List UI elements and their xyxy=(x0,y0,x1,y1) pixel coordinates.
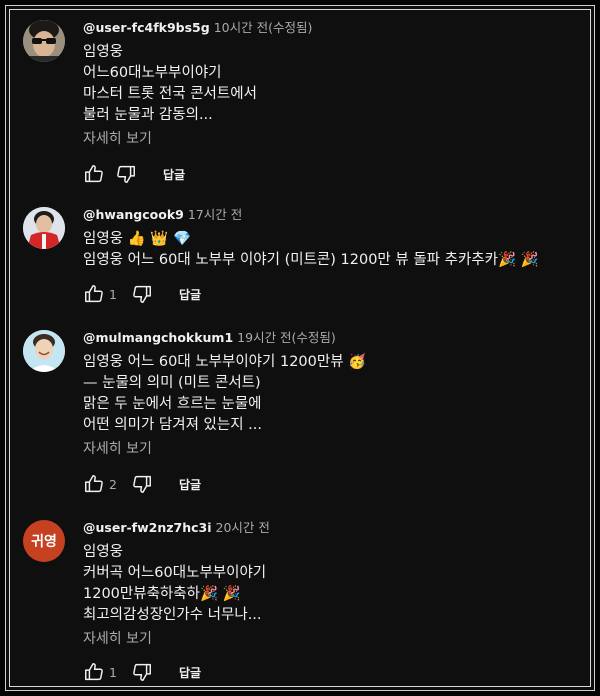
comment-text: 임영웅 어느60대노부부이야기 마스터 트롯 전국 콘서트에서 불러 눈물과 감… xyxy=(83,42,577,126)
avatar[interactable] xyxy=(23,207,65,249)
read-more-button[interactable]: 자세히 보기 xyxy=(83,129,577,149)
sunglasses-avatar-icon xyxy=(23,20,65,62)
comment-line: 임영웅 xyxy=(83,44,124,60)
comment-body: @user-fc4fk9bs5g 10시간 전(수정됨) 임영웅 어느60대노부부… xyxy=(83,20,577,187)
like-button[interactable] xyxy=(83,161,105,187)
author-handle[interactable]: @user-fw2nz7hc3i xyxy=(83,520,212,535)
comment-actions: 2 답글 xyxy=(83,471,577,497)
comment-text: 임영웅 👍 👑 💎 임영웅 어느 60대 노부부 이야기 (미트콘) 1200만… xyxy=(83,229,577,271)
timestamp[interactable]: 10시간 전(수정됨) xyxy=(214,20,313,35)
dislike-button[interactable] xyxy=(131,659,153,685)
thumbs-up-icon xyxy=(85,663,103,681)
read-more-button[interactable]: 자세히 보기 xyxy=(83,629,577,649)
comment-line: 어떤 의미가 담겨져 있는지 ... xyxy=(83,417,263,433)
comment-line: 커버곡 어느60대노부부이야기 xyxy=(83,565,267,581)
comment-text: 임영웅 커버곡 어느60대노부부이야기 1200만뷰축하축하🎉 🎉 최고의감성장… xyxy=(83,542,577,626)
author-handle[interactable]: @mulmangchokkum1 xyxy=(83,330,233,345)
comment-line: 임영웅 어느 60대 노부부이야기 1200만뷰 🥳 xyxy=(83,354,367,370)
comment-line: 임영웅 👍 👑 💎 xyxy=(83,231,192,247)
avatar-initials: 귀영 xyxy=(31,534,57,550)
comment-item: @mulmangchokkum1 19시간 전(수정됨) 임영웅 어느 60대 노… xyxy=(23,330,577,500)
comment-actions: 답글 xyxy=(83,161,577,187)
thumbs-down-icon xyxy=(117,165,135,183)
red-jacket-avatar-icon xyxy=(23,207,65,249)
author-handle[interactable]: @user-fc4fk9bs5g xyxy=(83,20,210,35)
comment-line: 마스터 트롯 전국 콘서트에서 xyxy=(83,86,257,102)
comment-line: 어느60대노부부이야기 xyxy=(83,65,222,81)
avatar[interactable]: 귀영 xyxy=(23,520,65,562)
comment-meta: @user-fw2nz7hc3i 20시간 전 xyxy=(83,520,577,536)
comment-item: @hwangcook9 17시간 전 임영웅 👍 👑 💎 임영웅 어느 60대 노… xyxy=(23,207,577,317)
comment-line: 맑은 두 눈에서 흐르는 눈물에 xyxy=(83,396,262,412)
comment-panel: @user-fc4fk9bs5g 10시간 전(수정됨) 임영웅 어느60대노부부… xyxy=(0,0,600,696)
comment-line: 최고의감성장인가수 너무나... xyxy=(83,607,262,623)
thumbs-up-icon xyxy=(85,285,103,303)
comment-meta: @mulmangchokkum1 19시간 전(수정됨) xyxy=(83,330,577,346)
timestamp[interactable]: 17시간 전 xyxy=(188,207,242,222)
like-count: 1 xyxy=(109,286,117,302)
avatar[interactable] xyxy=(23,20,65,62)
avatar[interactable] xyxy=(23,330,65,372)
comment-item: 귀영 @user-fw2nz7hc3i 20시간 전 임영웅 커버곡 어느60대노… xyxy=(23,520,577,690)
comment-text: 임영웅 어느 60대 노부부이야기 1200만뷰 🥳 — 눈물의 의미 (미트 … xyxy=(83,352,577,436)
thumbs-up-icon xyxy=(85,475,103,493)
comment-item: @user-fc4fk9bs5g 10시간 전(수정됨) 임영웅 어느60대노부부… xyxy=(23,20,577,190)
timestamp[interactable]: 20시간 전 xyxy=(216,520,270,535)
reply-button[interactable]: 답글 xyxy=(163,161,185,187)
smiling-face-avatar-icon xyxy=(23,330,65,372)
comment-meta: @user-fc4fk9bs5g 10시간 전(수정됨) xyxy=(83,20,577,36)
comment-body: @user-fw2nz7hc3i 20시간 전 임영웅 커버곡 어느60대노부부이… xyxy=(83,520,577,685)
thumbs-down-icon xyxy=(133,285,151,303)
thumbs-down-icon xyxy=(133,663,151,681)
like-button[interactable] xyxy=(83,659,105,685)
comment-line: 불러 눈물과 감동의... xyxy=(83,107,213,123)
comment-actions: 1 답글 xyxy=(83,281,577,307)
like-count: 1 xyxy=(109,664,117,680)
comment-actions: 1 답글 xyxy=(83,659,577,685)
comment-body: @hwangcook9 17시간 전 임영웅 👍 👑 💎 임영웅 어느 60대 노… xyxy=(83,207,577,307)
comment-line: 임영웅 어느 60대 노부부 이야기 (미트콘) 1200만 뷰 돌파 추카추카… xyxy=(83,252,539,268)
dislike-button[interactable] xyxy=(131,471,153,497)
comment-line: 1200만뷰축하축하🎉 🎉 xyxy=(83,586,241,602)
comment-body: @mulmangchokkum1 19시간 전(수정됨) 임영웅 어느 60대 노… xyxy=(83,330,577,497)
comment-line: 임영웅 xyxy=(83,544,124,560)
author-handle[interactable]: @hwangcook9 xyxy=(83,207,184,222)
dislike-button[interactable] xyxy=(115,161,137,187)
reply-button[interactable]: 답글 xyxy=(179,659,201,685)
comment-line: — 눈물의 의미 (미트 콘서트) xyxy=(83,375,261,391)
comment-meta: @hwangcook9 17시간 전 xyxy=(83,207,577,223)
dislike-button[interactable] xyxy=(131,281,153,307)
thumbs-down-icon xyxy=(133,475,151,493)
like-button[interactable] xyxy=(83,281,105,307)
read-more-button[interactable]: 자세히 보기 xyxy=(83,439,577,459)
timestamp[interactable]: 19시간 전(수정됨) xyxy=(237,330,336,345)
like-button[interactable] xyxy=(83,471,105,497)
reply-button[interactable]: 답글 xyxy=(179,281,201,307)
like-count: 2 xyxy=(109,476,117,492)
thumbs-up-icon xyxy=(85,165,103,183)
reply-button[interactable]: 답글 xyxy=(179,471,201,497)
